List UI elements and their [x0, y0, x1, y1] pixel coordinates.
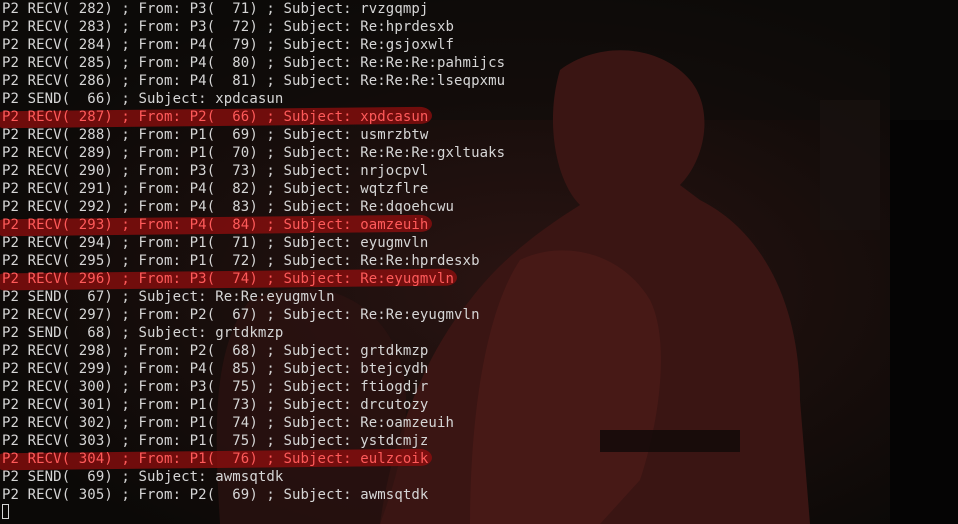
log-line-text: P2 SEND( 67) ; Subject: Re:Re:eyugmvln	[2, 289, 335, 305]
highlighted-log-line: P2 RECV( 296) ; From: P3( 74) ; Subject:…	[0, 268, 505, 291]
log-line-text: P2 RECV( 296) ; From: P3( 74) ; Subject:…	[2, 271, 455, 287]
log-line: P2 RECV( 305) ; From: P2( 69) ; Subject:…	[2, 486, 505, 504]
terminal-output: P2 RECV( 282) ; From: P3( 71) ; Subject:…	[0, 0, 505, 504]
log-line: P2 RECV( 301) ; From: P1( 73) ; Subject:…	[2, 396, 505, 414]
log-line-text: P2 RECV( 293) ; From: P4( 84) ; Subject:…	[2, 217, 429, 233]
highlighted-log-line: P2 RECV( 293) ; From: P4( 84) ; Subject:…	[0, 214, 505, 237]
log-line: P2 RECV( 291) ; From: P4( 82) ; Subject:…	[2, 180, 505, 198]
terminal-window[interactable]: P2 RECV( 282) ; From: P3( 71) ; Subject:…	[0, 0, 958, 524]
log-line-text: P2 RECV( 288) ; From: P1( 69) ; Subject:…	[2, 127, 429, 143]
log-line: P2 RECV( 284) ; From: P4( 79) ; Subject:…	[2, 36, 505, 54]
log-line: P2 RECV( 300) ; From: P3( 75) ; Subject:…	[2, 378, 505, 396]
log-line-text: P2 RECV( 289) ; From: P1( 70) ; Subject:…	[2, 145, 506, 161]
log-line: P2 RECV( 283) ; From: P3( 72) ; Subject:…	[2, 18, 505, 36]
log-line: P2 RECV( 303) ; From: P1( 75) ; Subject:…	[2, 432, 505, 450]
log-line-text: P2 RECV( 292) ; From: P4( 83) ; Subject:…	[2, 199, 455, 215]
log-line: P2 RECV( 302) ; From: P1( 74) ; Subject:…	[2, 414, 505, 432]
log-line: P2 RECV( 290) ; From: P3( 73) ; Subject:…	[2, 162, 505, 180]
log-line: P2 RECV( 299) ; From: P4( 85) ; Subject:…	[2, 360, 505, 378]
log-line-text: P2 RECV( 283) ; From: P3( 72) ; Subject:…	[2, 19, 455, 35]
log-line-text: P2 RECV( 284) ; From: P4( 79) ; Subject:…	[2, 37, 455, 53]
log-line: P2 RECV( 286) ; From: P4( 81) ; Subject:…	[2, 72, 505, 90]
log-line-text: P2 RECV( 303) ; From: P1( 75) ; Subject:…	[2, 433, 429, 449]
log-line-text: P2 SEND( 68) ; Subject: grtdkmzp	[2, 325, 284, 341]
log-line-text: P2 RECV( 285) ; From: P4( 80) ; Subject:…	[2, 55, 506, 71]
log-line: P2 SEND( 69) ; Subject: awmsqtdk	[2, 468, 505, 486]
log-line-text: P2 RECV( 299) ; From: P4( 85) ; Subject:…	[2, 361, 429, 377]
terminal-cursor[interactable]	[2, 504, 9, 519]
log-line-text: P2 SEND( 69) ; Subject: awmsqtdk	[2, 469, 284, 485]
log-line: P2 RECV( 285) ; From: P4( 80) ; Subject:…	[2, 54, 505, 72]
log-line-text: P2 RECV( 302) ; From: P1( 74) ; Subject:…	[2, 415, 455, 431]
log-line: P2 RECV( 297) ; From: P2( 67) ; Subject:…	[2, 306, 505, 324]
log-line-text: P2 RECV( 304) ; From: P1( 76) ; Subject:…	[2, 451, 429, 467]
log-line-text: P2 RECV( 287) ; From: P2( 66) ; Subject:…	[2, 109, 429, 125]
log-line: P2 RECV( 295) ; From: P1( 72) ; Subject:…	[2, 252, 505, 270]
log-line-text: P2 RECV( 298) ; From: P2( 68) ; Subject:…	[2, 343, 429, 359]
log-line: P2 SEND( 66) ; Subject: xpdcasun	[2, 90, 505, 108]
log-line-text: P2 RECV( 297) ; From: P2( 67) ; Subject:…	[2, 307, 480, 323]
log-line: P2 RECV( 289) ; From: P1( 70) ; Subject:…	[2, 144, 505, 162]
log-line-text: P2 RECV( 291) ; From: P4( 82) ; Subject:…	[2, 181, 429, 197]
log-line-text: P2 RECV( 300) ; From: P3( 75) ; Subject:…	[2, 379, 429, 395]
highlighted-log-line: P2 RECV( 304) ; From: P1( 76) ; Subject:…	[0, 448, 505, 471]
log-line: P2 RECV( 292) ; From: P4( 83) ; Subject:…	[2, 198, 505, 216]
highlighted-log-line: P2 RECV( 287) ; From: P2( 66) ; Subject:…	[0, 106, 505, 129]
log-line-text: P2 RECV( 301) ; From: P1( 73) ; Subject:…	[2, 397, 429, 413]
log-line-text: P2 RECV( 282) ; From: P3( 71) ; Subject:…	[2, 1, 429, 17]
log-line-text: P2 RECV( 290) ; From: P3( 73) ; Subject:…	[2, 163, 429, 179]
log-line-text: P2 SEND( 66) ; Subject: xpdcasun	[2, 91, 284, 107]
log-line: P2 SEND( 68) ; Subject: grtdkmzp	[2, 324, 505, 342]
log-line: P2 RECV( 294) ; From: P1( 71) ; Subject:…	[2, 234, 505, 252]
log-line-text: P2 RECV( 305) ; From: P2( 69) ; Subject:…	[2, 487, 429, 503]
log-line-text: P2 RECV( 295) ; From: P1( 72) ; Subject:…	[2, 253, 480, 269]
log-line: P2 SEND( 67) ; Subject: Re:Re:eyugmvln	[2, 288, 505, 306]
log-line: P2 RECV( 298) ; From: P2( 68) ; Subject:…	[2, 342, 505, 360]
log-line-text: P2 RECV( 286) ; From: P4( 81) ; Subject:…	[2, 73, 506, 89]
log-line: P2 RECV( 288) ; From: P1( 69) ; Subject:…	[2, 126, 505, 144]
log-line-text: P2 RECV( 294) ; From: P1( 71) ; Subject:…	[2, 235, 429, 251]
log-line: P2 RECV( 282) ; From: P3( 71) ; Subject:…	[2, 0, 505, 18]
